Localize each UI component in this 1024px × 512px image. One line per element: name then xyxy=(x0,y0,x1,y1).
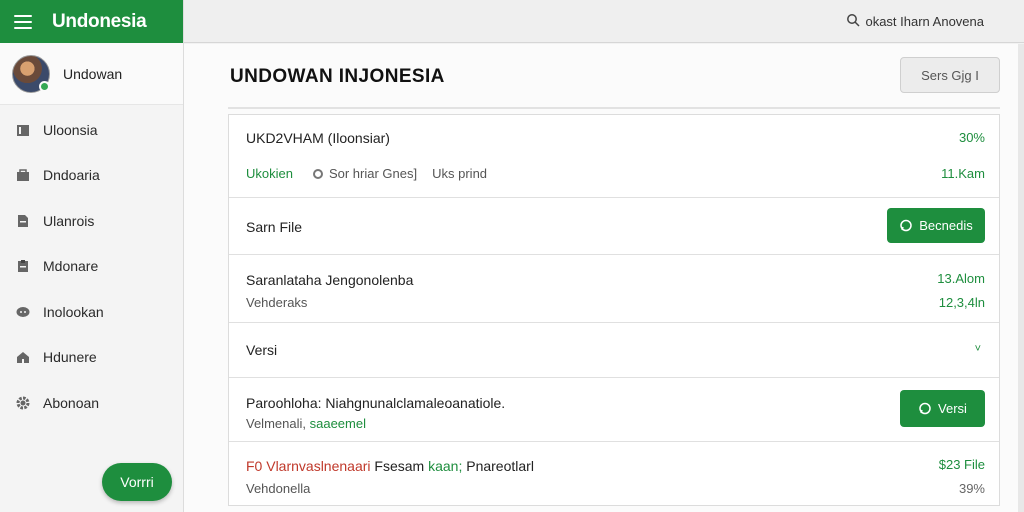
row-subtitle: Vehderaks xyxy=(246,295,308,310)
meta-extra: Uks prind xyxy=(432,166,488,181)
version-button[interactable]: Versi xyxy=(900,390,985,427)
hamburger-menu-icon[interactable] xyxy=(14,14,32,29)
title-text: Fsesam xyxy=(374,458,425,474)
row-subtitle: Vehdonella xyxy=(246,481,311,496)
sidebar-item-1[interactable]: Uloonsia xyxy=(0,107,183,153)
scrollbar[interactable] xyxy=(1018,44,1024,512)
meta-info: Sor hriar Gnes] xyxy=(312,166,418,181)
row-value-top: $23 File xyxy=(938,457,985,472)
list-item[interactable]: F0 Vlarnvaslnenaari Fsesam kaan; Pnareot… xyxy=(229,442,999,505)
page-title: UNDOWAN INJONESIA xyxy=(230,66,445,87)
online-status-icon xyxy=(39,80,50,92)
search-icon[interactable] xyxy=(846,13,860,30)
sidebar-item-label: Mdonare xyxy=(43,258,99,275)
gear-icon xyxy=(14,394,32,412)
chevron-down-icon[interactable]: ˅ xyxy=(975,343,981,355)
row-subtitle: Velmenali, saaeemel xyxy=(246,416,366,431)
meta-info-text: Sor hriar Gnes] xyxy=(328,166,418,181)
sidebar-nav: Uloonsia Dndoaria Ulanrois Mdonare Inolo… xyxy=(0,107,183,426)
search-text[interactable]: okast Iharn Anovena xyxy=(865,14,984,29)
list-item[interactable]: UKD2VHAM (Iloonsiar) 30% Ukokien Sor hri… xyxy=(229,115,999,198)
subtitle-text: Velmenali, xyxy=(246,416,306,431)
row-title: Sarn File xyxy=(246,219,303,235)
sidebar-item-3[interactable]: Ulanrois xyxy=(0,198,183,244)
sidebar-item-2[interactable]: Dndoaria xyxy=(0,153,183,199)
row-percent: 30% xyxy=(958,130,985,145)
list-item: Sarn File Becnedis xyxy=(229,198,999,255)
profile-name: Undowan xyxy=(63,65,123,82)
title-alert-text: F0 Vlarnvaslnenaari xyxy=(246,458,371,474)
meta-status: Ukokien xyxy=(246,166,293,181)
chat-bubble-icon xyxy=(899,219,913,233)
search-area[interactable]: okast Iharn Anovena xyxy=(846,13,984,30)
row-value-top: 13.Alom xyxy=(937,271,985,286)
sidebar-item-label: Abonoan xyxy=(43,394,100,411)
row-value: 11.Kam xyxy=(941,166,985,181)
top-action-button[interactable]: Sers Gjg I xyxy=(900,57,1000,93)
briefcase-icon xyxy=(14,166,32,184)
row-value-bottom: 39% xyxy=(958,481,985,496)
folder-icon xyxy=(14,121,32,139)
list-item[interactable]: Saranlataha Jengonolenba Vehderaks 13.Al… xyxy=(229,255,999,323)
button-label: Becnedis xyxy=(919,218,973,233)
button-label: Versi xyxy=(938,401,967,416)
file-icon xyxy=(14,212,32,230)
app-header: Undonesia xyxy=(0,0,183,43)
row-title: Saranlataha Jengonolenba xyxy=(246,272,414,288)
title-suffix: Pnareotlarl xyxy=(466,458,534,474)
top-bar: okast Iharn Anovena xyxy=(184,0,1024,43)
sidebar-item-label: Inolookan xyxy=(43,303,104,320)
sidebar-item-5[interactable]: Inolookan xyxy=(0,289,183,335)
sidebar-item-7[interactable]: Abonoan xyxy=(0,380,183,426)
sidebar-item-label: Dndoaria xyxy=(43,167,100,184)
sidebar-item-label: Uloonsia xyxy=(43,121,98,138)
row-title: F0 Vlarnvaslnenaari Fsesam kaan; Pnareot… xyxy=(246,458,534,474)
row-value-bottom: 12,3,4ln xyxy=(938,295,985,310)
floating-action-button[interactable]: Vorrri xyxy=(102,463,172,501)
sidebar-item-4[interactable]: Mdonare xyxy=(0,244,183,290)
sidebar-item-label: Hdunere xyxy=(43,349,97,366)
list-item: Paroohloha: Niahgnunalclamaleoanatiole. … xyxy=(229,378,999,442)
divider xyxy=(228,107,1000,109)
record-icon xyxy=(312,168,323,179)
avatar[interactable] xyxy=(12,54,50,93)
home-icon xyxy=(14,348,32,366)
sidebar: Undonesia Undowan Uloonsia Dndoaria Ulan… xyxy=(0,0,184,512)
sidebar-item-6[interactable]: Hdunere xyxy=(0,335,183,381)
clipboard-icon xyxy=(14,257,32,275)
user-profile[interactable]: Undowan xyxy=(0,43,183,105)
list-item[interactable]: Versi ˅ xyxy=(229,323,999,378)
main-content: UNDOWAN INJONESIA Sers Gjg I UKD2VHAM (I… xyxy=(184,44,1024,512)
subtitle-highlight: saaeemel xyxy=(309,416,366,431)
chat-bubble-icon xyxy=(918,402,932,416)
row-title: UKD2VHAM (Iloonsiar) xyxy=(246,130,390,146)
chat-icon xyxy=(14,303,32,321)
details-panel: UKD2VHAM (Iloonsiar) 30% Ukokien Sor hri… xyxy=(228,114,1000,506)
sidebar-item-label: Ulanrois xyxy=(43,212,95,229)
row-title: Versi xyxy=(246,342,278,358)
app-brand: Undonesia xyxy=(52,10,147,32)
row-title: Paroohloha: Niahgnunalclamaleoanatiole. xyxy=(246,395,506,411)
title-highlight: kaan; xyxy=(428,458,463,474)
row-meta: Ukokien Sor hriar Gnes] Uks prind xyxy=(246,166,487,181)
primary-button[interactable]: Becnedis xyxy=(887,208,985,243)
